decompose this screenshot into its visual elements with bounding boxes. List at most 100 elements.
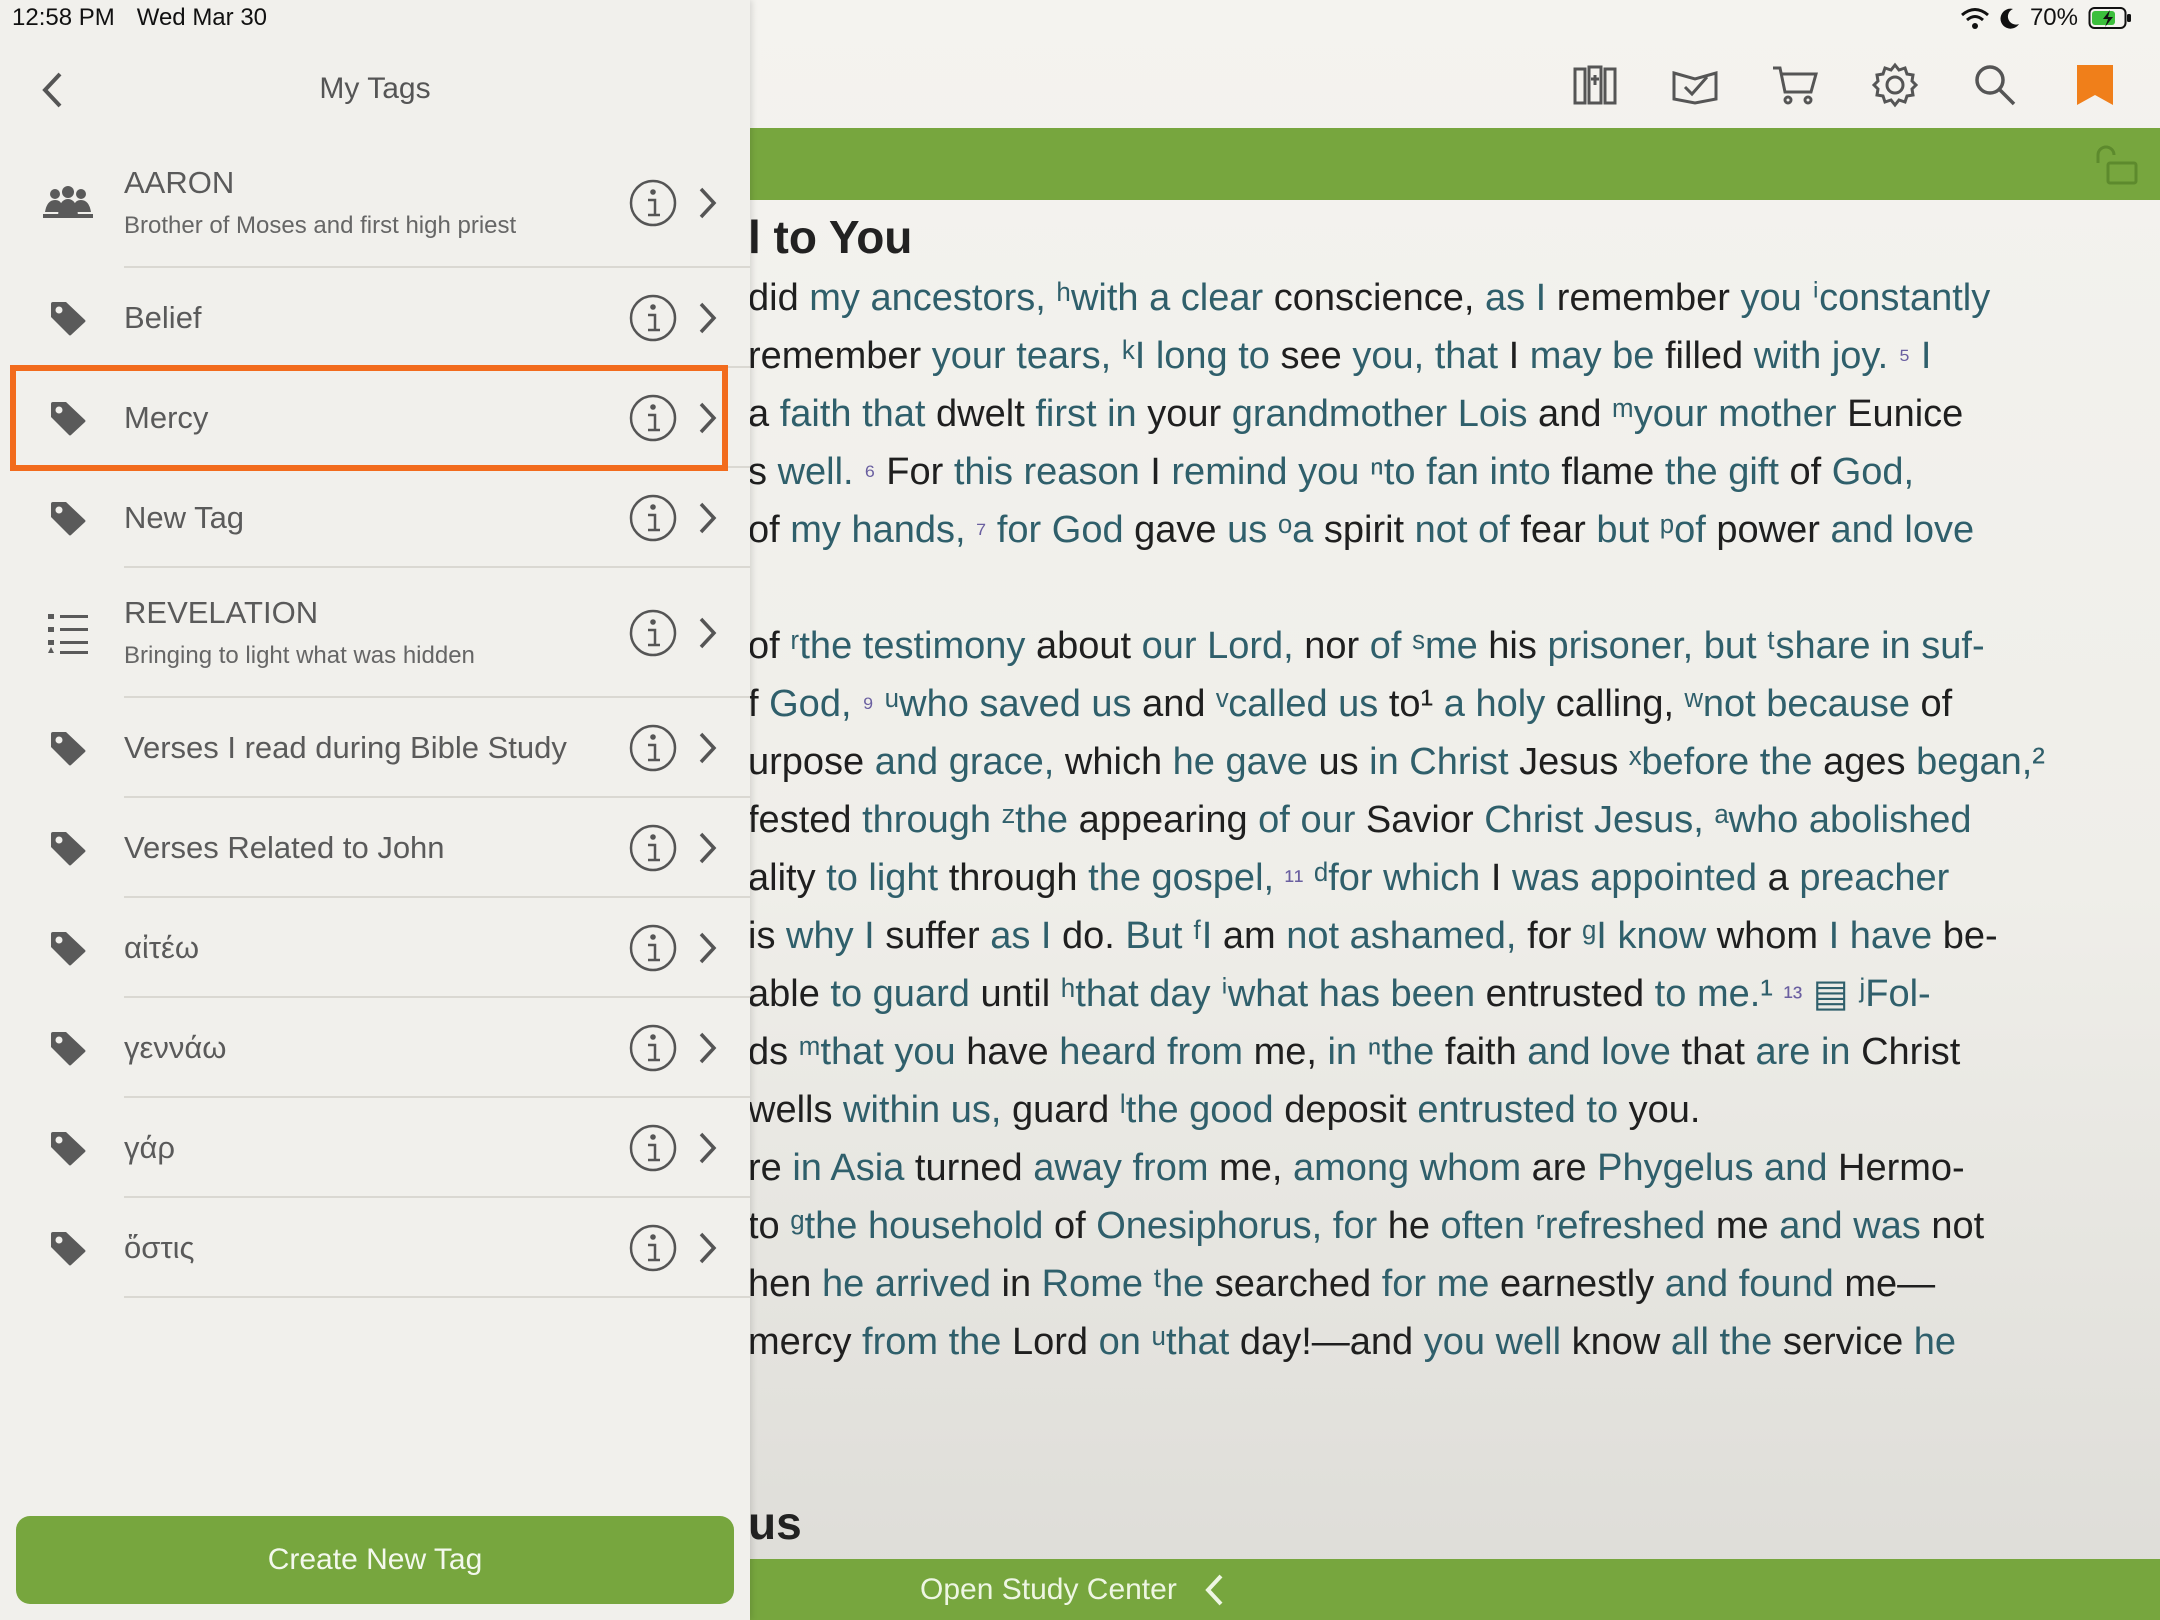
tag-name: New Tag (124, 500, 245, 535)
tag-row[interactable]: New Tag (0, 468, 750, 568)
tag-row[interactable]: αἰτέω (0, 898, 750, 998)
reader-title-bar (740, 128, 2160, 200)
tag-icon (40, 300, 96, 336)
verse-line: ality to light through the gospel, ¹¹ ᵈf… (748, 857, 1950, 899)
tag-row[interactable]: REVELATION Bringing to light what was hid… (0, 568, 750, 698)
cart-icon[interactable] (1770, 60, 1820, 110)
tag-icon (40, 930, 96, 966)
tag-description: Bringing to light what was hidden (124, 642, 475, 669)
tag-icon (40, 500, 96, 536)
tag-row[interactable]: ὅστις (0, 1198, 750, 1298)
info-icon[interactable] (628, 1123, 678, 1173)
info-icon[interactable] (628, 723, 678, 773)
verse-line: of ʳthe testimony about our Lord, nor of… (748, 625, 1985, 667)
verse-line: s well. ⁶ For this reason I remind you ⁿ… (748, 451, 1915, 493)
outline-icon (40, 611, 96, 655)
gear-icon[interactable] (1870, 60, 1920, 110)
tag-text: Belief (124, 298, 600, 338)
reader-toolbar (750, 40, 2160, 130)
chevron-right-icon[interactable] (698, 1130, 718, 1166)
battery-icon (2088, 7, 2131, 29)
info-icon[interactable] (628, 1023, 678, 1073)
tag-text: AARON Brother of Moses and first high pri… (124, 163, 600, 243)
unlock-icon[interactable] (2094, 143, 2140, 187)
verse-line (748, 559, 2052, 617)
verse-line: to ᵍthe household of Onesiphorus, for he… (748, 1205, 1985, 1247)
tag-name: γεννάω (124, 1030, 227, 1065)
tag-text: Verses I read during Bible Study (124, 728, 600, 768)
chevron-right-icon[interactable] (698, 730, 718, 766)
tag-text: Verses Related to John (124, 828, 600, 868)
info-icon[interactable] (628, 178, 678, 228)
status-time: 12:58 PM (12, 4, 115, 31)
scripture-text[interactable]: l to You did my ancestors, ʰwith a clear… (748, 205, 2052, 1555)
battery-percent: 70% (2029, 4, 2078, 31)
chevron-right-icon[interactable] (698, 500, 718, 536)
tag-description: Brother of Moses and first high priest (124, 212, 517, 239)
info-icon[interactable] (628, 823, 678, 873)
chevron-right-icon[interactable] (698, 830, 718, 866)
chevron-right-icon[interactable] (698, 185, 718, 221)
chevron-right-icon[interactable] (698, 300, 718, 336)
tag-icon (40, 1130, 96, 1166)
tag-row[interactable]: AARON Brother of Moses and first high pri… (0, 138, 750, 268)
chevron-right-icon[interactable] (698, 930, 718, 966)
tag-name: Mercy (124, 400, 209, 435)
moon-icon (2000, 8, 2019, 29)
verse-line: mercy from the Lord on ᵘthat day!—and yo… (748, 1321, 1957, 1363)
tag-name: AARON (124, 165, 235, 200)
chevron-right-icon[interactable] (698, 615, 718, 651)
create-new-tag-button[interactable]: Create New Tag (16, 1516, 734, 1604)
tag-text: αἰτέω (124, 928, 600, 968)
tag-name: Verses Related to John (124, 830, 445, 865)
verse-line: re in Asia turned away from me, among wh… (748, 1147, 1965, 1189)
tag-row[interactable]: γάρ (0, 1098, 750, 1198)
tag-text: ὅστις (124, 1228, 600, 1268)
bookmark-icon[interactable] (2070, 60, 2120, 110)
chevron-right-icon[interactable] (698, 400, 718, 436)
verse-line: urpose and grace, which he gave us in Ch… (748, 741, 2045, 783)
status-bar-left: 12:58 PM Wed Mar 30 (12, 4, 267, 32)
tag-icon (40, 1030, 96, 1066)
library-icon[interactable] (1570, 60, 1620, 110)
tag-row[interactable]: Mercy (0, 368, 750, 468)
tag-text: γάρ (124, 1128, 600, 1168)
search-icon[interactable] (1970, 60, 2020, 110)
panel-header: My Tags (0, 56, 750, 126)
tag-icon (40, 1230, 96, 1266)
chevron-right-icon[interactable] (698, 1230, 718, 1266)
study-center-bar[interactable]: Open Study Center (740, 1559, 2160, 1620)
tag-row[interactable]: Belief (0, 268, 750, 368)
verse-line: able to guard until ʰthat day ⁱwhat has … (748, 973, 1931, 1015)
tag-row[interactable]: γεννάω (0, 998, 750, 1098)
status-date: Wed Mar 30 (136, 4, 268, 31)
verse-line: remember your tears, ᵏI long to see you,… (748, 335, 1932, 377)
reading-plan-icon[interactable] (1670, 60, 1720, 110)
tag-list: AARON Brother of Moses and first high pri… (0, 138, 750, 1298)
tag-name: γάρ (124, 1130, 176, 1165)
info-icon[interactable] (628, 293, 678, 343)
tag-icon (40, 400, 96, 436)
page-title: My Tags (319, 72, 431, 105)
wifi-icon (1960, 8, 1989, 29)
info-icon[interactable] (628, 493, 678, 543)
tag-name: Belief (124, 300, 202, 335)
chevron-right-icon[interactable] (698, 1030, 718, 1066)
verse-line: ds ᵐthat you have heard from me, in ⁿthe… (748, 1031, 1961, 1073)
section-heading-2: us (748, 1497, 802, 1549)
info-icon[interactable] (628, 608, 678, 658)
study-center-label: Open Study Center (920, 1572, 1177, 1606)
verse-line: fested through ᶻthe appearing of our Sav… (748, 799, 1972, 841)
info-icon[interactable] (628, 393, 678, 443)
info-icon[interactable] (628, 923, 678, 973)
verse-line: hen he arrived in Rome ᵗhe searched for … (748, 1263, 1936, 1305)
tag-text: New Tag (124, 498, 600, 538)
tag-name: Verses I read during Bible Study (124, 730, 567, 765)
chevron-left-icon (1205, 1574, 1223, 1605)
verse-line: did my ancestors, ʰwith a clear conscien… (748, 277, 1991, 319)
tag-row[interactable]: Verses Related to John (0, 798, 750, 898)
section-heading: l to You (748, 211, 913, 263)
tag-icon (40, 830, 96, 866)
tag-row[interactable]: Verses I read during Bible Study (0, 698, 750, 798)
info-icon[interactable] (628, 1223, 678, 1273)
